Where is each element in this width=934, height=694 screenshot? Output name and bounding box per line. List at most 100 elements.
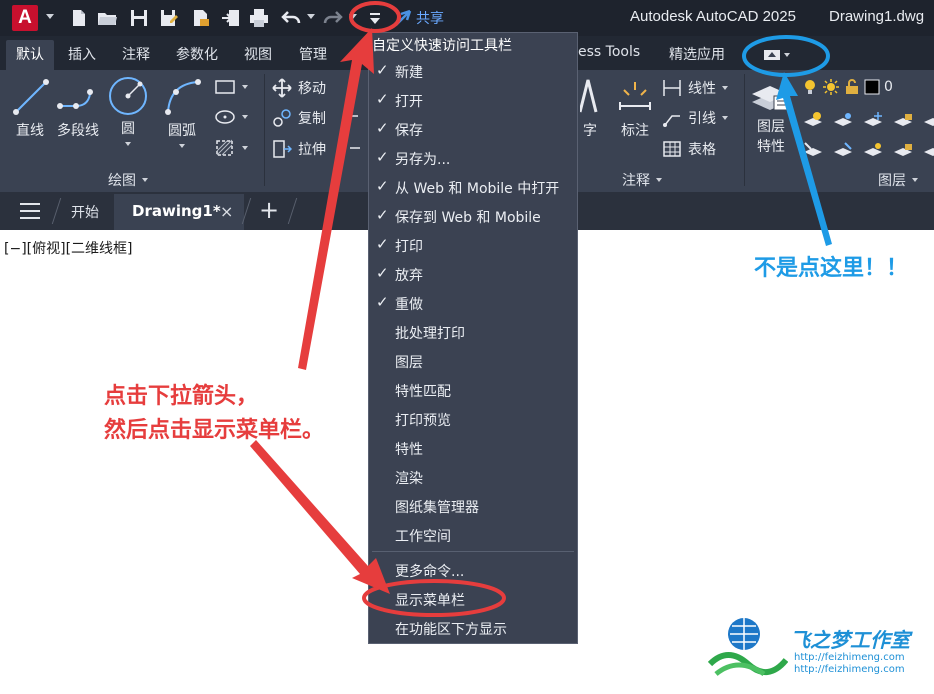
hamburger-menu-icon[interactable] bbox=[20, 203, 40, 219]
viewport-controls-label[interactable]: [−][俯视][二维线框] bbox=[4, 238, 133, 258]
check-icon: ✓ bbox=[376, 293, 389, 311]
menu-item-new[interactable]: 新建 bbox=[395, 62, 423, 82]
menu-item-plot-preview[interactable]: 打印预览 bbox=[395, 410, 451, 430]
menu-item-open-from-web[interactable]: 从 Web 和 Mobile 中打开 bbox=[395, 178, 559, 198]
ellipse-chevron-down-icon[interactable] bbox=[242, 115, 248, 119]
annotation-panel-footer[interactable]: 注释 bbox=[622, 170, 662, 190]
tab-drawing1-label: Drawing1* bbox=[132, 202, 221, 220]
redo-icon[interactable] bbox=[322, 7, 344, 29]
menu-item-save[interactable]: 保存 bbox=[395, 120, 423, 140]
layer-properties-button[interactable]: 图层 特性 bbox=[748, 76, 794, 156]
line-tool-button[interactable]: 直线 bbox=[10, 76, 50, 140]
menu-item-match-properties[interactable]: 特性匹配 bbox=[395, 381, 451, 401]
share-button[interactable]: 共享 bbox=[394, 8, 444, 28]
rectangle-chevron-down-icon[interactable] bbox=[242, 85, 248, 89]
menu-item-layer[interactable]: 图层 bbox=[395, 352, 423, 372]
polyline-icon bbox=[57, 89, 93, 109]
app-menu-chevron-down-icon[interactable] bbox=[46, 14, 54, 19]
menu-item-show-menu-bar[interactable]: 显示菜单栏 bbox=[395, 590, 465, 610]
undo-chevron-down-icon[interactable] bbox=[307, 14, 315, 19]
share-icon bbox=[395, 9, 412, 26]
tab-featured-apps[interactable]: 精选应用 bbox=[669, 44, 725, 64]
tab-parametric[interactable]: 参数化 bbox=[176, 44, 218, 64]
menu-item-workspace[interactable]: 工作空间 bbox=[395, 526, 451, 546]
tab-view[interactable]: 视图 bbox=[244, 44, 272, 64]
move-arrows-icon bbox=[272, 78, 292, 98]
layer-match-icon[interactable] bbox=[832, 140, 854, 160]
layer-lock-icon[interactable] bbox=[892, 110, 914, 130]
menu-item-undo[interactable]: 放弃 bbox=[395, 265, 423, 285]
menu-item-show-below-ribbon[interactable]: 在功能区下方显示 bbox=[395, 619, 507, 639]
sun-thaw-icon bbox=[823, 79, 839, 95]
arc-chevron-down-icon[interactable] bbox=[179, 144, 185, 148]
redo-chevron-down-icon[interactable] bbox=[349, 14, 357, 19]
save-icon[interactable] bbox=[128, 7, 150, 29]
layer-isolate-icon[interactable] bbox=[802, 110, 824, 130]
polyline-tool-button[interactable]: 多段线 bbox=[56, 76, 100, 140]
open-folder-icon[interactable] bbox=[96, 7, 118, 29]
ribbon-minimize-toggle-button[interactable] bbox=[764, 46, 798, 64]
studio-url: http://feizhimeng.com bbox=[794, 652, 905, 663]
dimension-tool-label: 标注 bbox=[621, 123, 649, 139]
hatch-chevron-down-icon[interactable] bbox=[242, 146, 248, 150]
save-to-web-icon[interactable] bbox=[220, 7, 242, 29]
leader-tool-button[interactable]: 引线 bbox=[662, 108, 728, 128]
layers-panel-footer[interactable]: 图层 bbox=[878, 170, 918, 190]
new-file-icon[interactable] bbox=[68, 7, 90, 29]
layer-unlock-all-icon[interactable] bbox=[892, 140, 914, 160]
tab-manage[interactable]: 管理 bbox=[299, 44, 327, 64]
copy-icon bbox=[273, 109, 291, 127]
circle-tool-button[interactable]: 圆 bbox=[106, 74, 150, 146]
layer-color-swatch-icon bbox=[864, 79, 880, 95]
hatch-tool-button[interactable] bbox=[214, 108, 248, 126]
menu-item-properties[interactable]: 特性 bbox=[395, 439, 423, 459]
customize-quick-access-dropdown-button[interactable] bbox=[364, 8, 386, 28]
plot-printer-icon[interactable] bbox=[248, 7, 270, 29]
boundary-tool-button[interactable] bbox=[214, 138, 248, 158]
move-tool-button[interactable]: 移动 bbox=[272, 78, 326, 98]
open-from-web-icon[interactable] bbox=[190, 7, 212, 29]
undo-icon[interactable] bbox=[280, 7, 302, 29]
tab-express-tools[interactable]: ess Tools bbox=[578, 44, 640, 60]
layer-previous-icon[interactable] bbox=[922, 140, 934, 160]
circle-chevron-down-icon[interactable] bbox=[125, 142, 131, 146]
fillet-icon bbox=[350, 115, 360, 149]
menu-item-render[interactable]: 渲染 bbox=[395, 468, 423, 488]
layer-tools-row-2 bbox=[802, 140, 934, 160]
new-tab-plus-button[interactable]: + bbox=[259, 196, 279, 224]
draw-panel-footer[interactable]: 绘图 bbox=[108, 170, 148, 190]
close-tab-icon[interactable]: × bbox=[220, 202, 233, 221]
check-icon: ✓ bbox=[376, 264, 389, 282]
table-tool-button[interactable]: 表格 bbox=[662, 139, 716, 159]
leader-chevron-down-icon[interactable] bbox=[722, 116, 728, 120]
copy-tool-button[interactable]: 复制 bbox=[272, 108, 326, 128]
menu-item-batch-plot[interactable]: 批处理打印 bbox=[395, 323, 465, 343]
arc-tool-button[interactable]: 圆弧 bbox=[162, 76, 202, 148]
layer-thaw-all-icon[interactable] bbox=[862, 140, 884, 160]
menu-item-open[interactable]: 打开 bbox=[395, 91, 423, 111]
tab-insert[interactable]: 插入 bbox=[68, 44, 96, 64]
linear-chevron-down-icon[interactable] bbox=[722, 86, 728, 90]
layer-walk-icon[interactable] bbox=[922, 110, 934, 130]
menu-item-redo[interactable]: 重做 bbox=[395, 294, 423, 314]
layer-dropdown[interactable]: 0 bbox=[802, 78, 893, 96]
stretch-tool-button[interactable]: 拉伸 bbox=[272, 139, 326, 159]
text-tool-button[interactable]: 字 bbox=[580, 76, 600, 140]
tab-default[interactable]: 默认 bbox=[6, 40, 54, 72]
menu-item-sheet-set-manager[interactable]: 图纸集管理器 bbox=[395, 497, 479, 517]
menu-item-plot[interactable]: 打印 bbox=[395, 236, 423, 256]
rectangle-tool-button[interactable] bbox=[214, 78, 248, 96]
save-as-icon[interactable] bbox=[158, 7, 180, 29]
tab-annotate[interactable]: 注释 bbox=[122, 44, 150, 64]
layer-off-icon[interactable] bbox=[832, 110, 854, 130]
layer-freeze-icon[interactable] bbox=[862, 110, 884, 130]
studio-logo bbox=[708, 618, 788, 677]
layer-make-current-icon[interactable] bbox=[802, 140, 824, 160]
dimension-tool-button[interactable]: 标注 bbox=[616, 76, 654, 140]
linear-dimension-button[interactable]: 线性 bbox=[662, 78, 728, 98]
tab-start[interactable]: 开始 bbox=[71, 202, 99, 222]
application-menu-button[interactable]: A bbox=[12, 5, 38, 31]
menu-item-save-as[interactable]: 另存为... bbox=[395, 149, 450, 169]
menu-item-save-to-web[interactable]: 保存到 Web 和 Mobile bbox=[395, 207, 541, 227]
menu-item-more-commands[interactable]: 更多命令... bbox=[395, 561, 464, 581]
